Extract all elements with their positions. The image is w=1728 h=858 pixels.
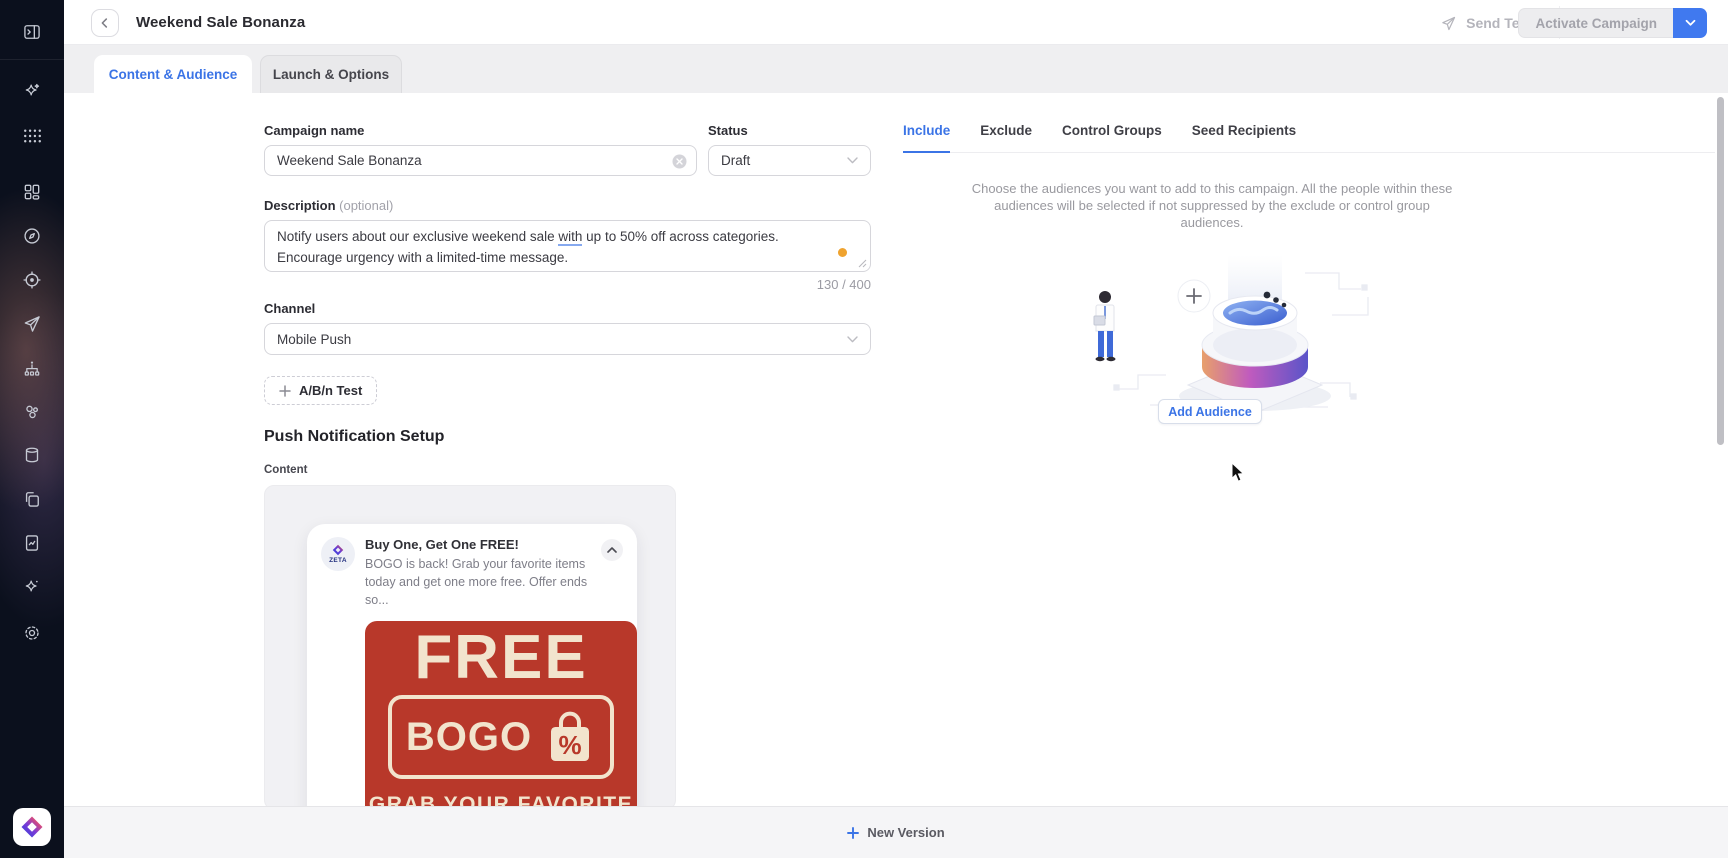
status-label: Status: [708, 123, 871, 138]
collapse-notification-button[interactable]: [601, 539, 623, 561]
notification-body: BOGO is back! Grab your favorite items t…: [365, 555, 597, 609]
abn-test-label: A/B/n Test: [299, 383, 362, 398]
bogo-grab-text: GRAB YOUR FAVORITE: [369, 793, 633, 806]
activate-campaign-button[interactable]: Activate Campaign: [1518, 8, 1673, 38]
bogo-box: BOGO %: [388, 695, 614, 779]
activate-campaign-label: Activate Campaign: [1535, 16, 1657, 31]
back-button[interactable]: [91, 9, 119, 37]
chevron-up-icon: [607, 547, 617, 553]
top-bar: Weekend Sale Bonanza Send Test Activate …: [64, 0, 1728, 45]
char-counter: 130 / 400: [264, 277, 871, 292]
zeta-app-avatar: ZETA: [321, 537, 355, 571]
tab-bar: Content & Audience Launch & Options: [64, 45, 1728, 93]
add-audience-label: Add Audience: [1168, 405, 1252, 419]
status-value: Draft: [721, 153, 750, 168]
tab-seed-recipients[interactable]: Seed Recipients: [1192, 123, 1296, 153]
vertical-scrollbar[interactable]: [1717, 97, 1724, 445]
zeta-diamond-icon: [332, 544, 344, 556]
activate-dropdown-button[interactable]: [1673, 8, 1707, 38]
dashboard-icon[interactable]: [0, 177, 64, 207]
ai-sparkle-icon[interactable]: [0, 76, 64, 106]
main-panel: Campaign name Status Draft Description: [64, 93, 1728, 806]
sparkle-icon[interactable]: [0, 572, 64, 602]
audience-tabs: Include Exclude Control Groups Seed Reci…: [903, 123, 1715, 153]
description-label: Description (optional): [264, 198, 871, 213]
campaign-name-input-wrap: [264, 145, 697, 176]
svg-text:%: %: [559, 730, 582, 760]
tab-control-groups[interactable]: Control Groups: [1062, 123, 1162, 153]
chevron-down-icon: [847, 336, 858, 343]
tab-launch-options[interactable]: Launch & Options: [260, 55, 402, 93]
audience-description: Choose the audiences you want to add to …: [962, 180, 1462, 231]
paper-plane-icon: [1440, 15, 1457, 32]
chevron-down-icon: [1685, 19, 1696, 27]
push-setup-title: Push Notification Setup: [264, 428, 871, 446]
tab-content-audience[interactable]: Content & Audience: [94, 55, 252, 93]
bogo-word: BOGO: [406, 715, 532, 760]
settings-gear-icon[interactable]: [0, 618, 64, 648]
collapse-panel-icon[interactable]: [0, 17, 64, 47]
campaign-form: Campaign name Status Draft Description: [264, 123, 871, 806]
channel-label: Channel: [264, 301, 871, 316]
plus-badge-icon: [1178, 280, 1210, 312]
channel-value: Mobile Push: [277, 332, 351, 347]
apps-grid-icon[interactable]: [0, 121, 64, 151]
campaign-name-label: Campaign name: [264, 123, 697, 138]
abn-test-button[interactable]: A/B/n Test: [264, 376, 377, 405]
zeta-app-name: ZETA: [329, 557, 347, 564]
plus-icon: [847, 827, 859, 839]
new-version-label: New Version: [867, 825, 944, 840]
new-version-button[interactable]: New Version: [847, 825, 944, 840]
push-image-bogo: FREE BOGO % GRAB YOUR FAVORITE: [365, 621, 637, 806]
status-select[interactable]: Draft: [708, 145, 871, 176]
spellcheck-dot-icon[interactable]: [838, 248, 847, 257]
tab-exclude[interactable]: Exclude: [980, 123, 1032, 153]
compass-icon[interactable]: [0, 221, 64, 251]
report-icon[interactable]: [0, 528, 64, 558]
plus-icon: [279, 385, 291, 397]
notification-title: Buy One, Get One FREE!: [365, 537, 597, 552]
send-icon[interactable]: [0, 309, 64, 339]
sidebar: [0, 0, 64, 858]
copy-icon[interactable]: [0, 484, 64, 514]
footer-bar: New Version: [64, 806, 1728, 858]
activate-campaign-group: Activate Campaign: [1518, 8, 1707, 38]
hierarchy-icon[interactable]: [0, 354, 64, 384]
notification-header: ZETA Buy One, Get One FREE! BOGO is back…: [321, 537, 623, 609]
person-graphic: [1094, 291, 1116, 361]
audience-illustration: [1070, 255, 1380, 420]
optional-hint: (optional): [339, 198, 393, 213]
push-notification-preview[interactable]: ZETA Buy One, Get One FREE! BOGO is back…: [307, 524, 637, 806]
zeta-logo[interactable]: [13, 808, 51, 846]
clear-input-icon[interactable]: [672, 154, 687, 169]
add-audience-button[interactable]: Add Audience: [1158, 399, 1262, 424]
database-icon[interactable]: [0, 440, 64, 470]
notification-texts: Buy One, Get One FREE! BOGO is back! Gra…: [365, 537, 597, 609]
tab-include[interactable]: Include: [903, 123, 950, 153]
description-underlined-word: with: [558, 229, 582, 246]
shopping-bag-percent-icon: %: [544, 709, 596, 765]
channel-select[interactable]: Mobile Push: [264, 323, 871, 355]
audience-panel: Include Exclude Control Groups Seed Reci…: [903, 123, 1715, 231]
description-text-before: Notify users about our exclusive weekend…: [277, 229, 558, 244]
target-icon[interactable]: [0, 265, 64, 295]
page-title: Weekend Sale Bonanza: [136, 14, 305, 31]
bogo-free-text: FREE: [414, 625, 587, 691]
description-textarea[interactable]: Notify users about our exclusive weekend…: [264, 220, 871, 272]
campaign-name-input[interactable]: [265, 153, 696, 168]
push-content-card: ZETA Buy One, Get One FREE! BOGO is back…: [264, 485, 676, 806]
segments-icon[interactable]: [0, 397, 64, 427]
content-label: Content: [264, 464, 871, 476]
chevron-down-icon: [847, 157, 858, 164]
resize-handle-icon[interactable]: [858, 259, 867, 268]
